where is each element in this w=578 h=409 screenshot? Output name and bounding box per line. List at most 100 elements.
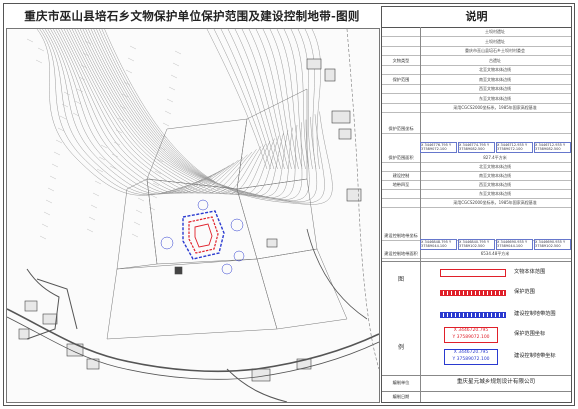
legend-row-value: 土坝村遗址: [485, 29, 505, 34]
contour-line: [71, 29, 266, 195]
row-divider: [382, 112, 571, 113]
legend-row-value: 东至文物本体边线: [479, 191, 511, 196]
legend-row-value: 采用CGCS2000坐标系，1985年国家高程基准: [453, 200, 537, 205]
legend-row-value: 古遗址: [489, 57, 501, 63]
hatch-stroke: [174, 50, 182, 55]
legend-label-li: 例: [397, 344, 404, 351]
contour-line: [36, 29, 208, 196]
hatch-stroke: [55, 139, 63, 144]
contour-line: [297, 29, 313, 170]
legend-row-label: 建设控制: [392, 173, 410, 178]
legend-row-label: 文物类型: [392, 57, 410, 63]
hatch-stroke: [61, 103, 69, 108]
hatch-stroke: [82, 52, 90, 57]
row-divider: [382, 180, 571, 181]
hatch-stroke: [41, 223, 49, 228]
divider: [382, 391, 571, 392]
symbol-label: 文物本体范围: [514, 269, 546, 275]
hatch-stroke: [76, 88, 84, 93]
control-coord-sample: X 3446720.795 Y 37589072.100: [444, 349, 498, 365]
legend-row-label: 地带四至: [392, 182, 410, 187]
drawing-sheet: 重庆市巫山县培石乡文物保护单位保护范围及建设控制地带-图则 说明 土坝村遗址 土…: [0, 0, 578, 409]
contour-line: [213, 29, 271, 170]
hatch-stroke: [53, 151, 61, 156]
legend-row-value: 北至文物本体边线: [479, 164, 511, 169]
hatch-stroke: [148, 206, 156, 211]
row-divider: [382, 133, 571, 134]
hatch-stroke: [135, 209, 143, 214]
hatch-stroke: [39, 235, 47, 240]
row-divider: [382, 55, 571, 56]
row-divider: [382, 64, 571, 66]
company-label: 编制单位: [392, 380, 410, 385]
contour-lines: [36, 29, 333, 205]
legend-row-value: 827.4平方米: [483, 155, 507, 160]
hatch-stroke: [51, 163, 59, 168]
hatch-stroke: [170, 74, 178, 79]
hatch-stroke: [127, 57, 135, 62]
map-canvas[interactable]: [6, 28, 380, 403]
hatch-stroke: [94, 180, 102, 185]
control-swatch: [440, 312, 506, 318]
hatch-stroke: [113, 141, 121, 146]
contour-line: [227, 29, 278, 170]
legend-row-value: 东至文物本体边线: [479, 95, 511, 101]
hatch-stroke: [80, 64, 88, 69]
hatch-stroke: [43, 211, 51, 216]
legend-row-label: 保护范围坐标: [388, 126, 414, 131]
contour-line: [290, 29, 310, 170]
legend-row-value: 西至文物本体边线: [479, 86, 511, 91]
row-divider: [382, 189, 571, 190]
contour-line: [220, 29, 275, 170]
topographic-map[interactable]: [7, 29, 379, 402]
legend-row-value: 西至文物本体边线: [479, 182, 511, 187]
row-divider: [382, 258, 571, 259]
hatch-stroke: [111, 153, 119, 158]
hatch-stroke: [37, 47, 45, 52]
coord-cell: X 3446774.795 Y 37589082.500: [458, 142, 495, 153]
symbol-label: 保护范围坐标: [514, 331, 546, 337]
coord-cell: X 3446776.795 Y 37589072.100: [420, 142, 457, 153]
hill-hatching: [26, 38, 182, 240]
protection-zone-boundary: [188, 216, 219, 254]
row-divider: [382, 74, 571, 75]
hatch-stroke: [162, 122, 170, 127]
contour-line: [52, 29, 235, 194]
hatch-stroke: [125, 69, 133, 74]
legend-row-value: 北至文物本体边线: [479, 67, 511, 72]
coord-cell: X 3446848.795 Y 37589044.100: [420, 239, 457, 250]
coord-cell: X 3446840.795 Y 37589102.500: [458, 239, 495, 250]
hatch-stroke: [45, 199, 53, 204]
coord-cell: X 3446690.935 Y 37589102.500: [534, 239, 571, 250]
symbol-label: 建设控制地带范围: [514, 311, 556, 317]
hatch-stroke: [150, 194, 158, 199]
row-divider: [382, 162, 571, 163]
hatch-stroke: [63, 91, 71, 96]
legend-heading: 说明: [382, 7, 571, 28]
row-divider: [382, 36, 571, 37]
hatch-stroke: [131, 233, 139, 238]
hatch-stroke: [137, 197, 145, 202]
legend-row-label: 建设控制地带面积: [384, 251, 418, 256]
row-divider: [382, 207, 571, 208]
symbol-label: 建设控制地带坐标: [514, 353, 556, 359]
hatch-stroke: [133, 221, 141, 226]
heritage-site: [182, 210, 225, 260]
hatch-stroke: [86, 228, 94, 233]
contour-line: [74, 29, 271, 195]
hatch-stroke: [90, 204, 98, 209]
symbol-label: 保护范围: [514, 289, 535, 295]
divider: [382, 375, 571, 376]
legend-row-label: 建设控制地带坐标: [384, 233, 418, 238]
row-divider: [382, 102, 571, 104]
contour-line: [58, 29, 244, 194]
contour-line: [101, 29, 325, 204]
roads: [7, 228, 379, 402]
hatch-stroke: [35, 59, 43, 64]
contour-line: [269, 29, 299, 170]
row-divider: [382, 45, 571, 47]
row-divider: [382, 198, 571, 199]
map-title: 重庆市巫山县培石乡文物保护单位保护范围及建设控制地带-图则: [24, 9, 360, 23]
entity-boundary: [194, 223, 213, 248]
coord-cell: X 3446712.935 Y 37589082.500: [534, 142, 571, 153]
